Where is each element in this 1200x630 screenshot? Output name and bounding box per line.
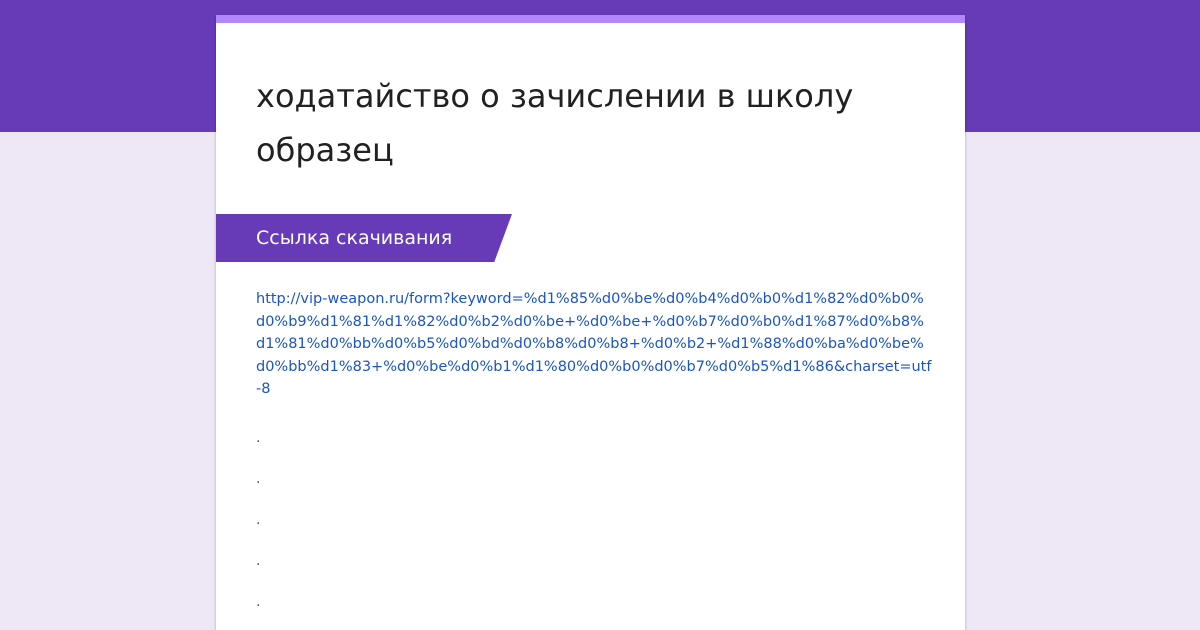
dot-separator: .: [256, 471, 261, 487]
dot-separator: .: [256, 430, 261, 446]
section-title: Ссылка скачивания: [256, 227, 453, 249]
form-card: ходатайство о зачислении в школу образец…: [216, 15, 965, 630]
dot-separator: .: [256, 553, 261, 569]
form-title: ходатайство о зачислении в школу образец: [256, 77, 854, 169]
dot-separator: .: [256, 512, 261, 528]
dot-separator: .: [256, 594, 261, 610]
download-link[interactable]: http://vip-weapon.ru/form?keyword=%d1%85…: [256, 288, 932, 401]
section-banner: Ссылка скачивания: [216, 214, 512, 262]
card-accent-bar: [216, 15, 965, 23]
